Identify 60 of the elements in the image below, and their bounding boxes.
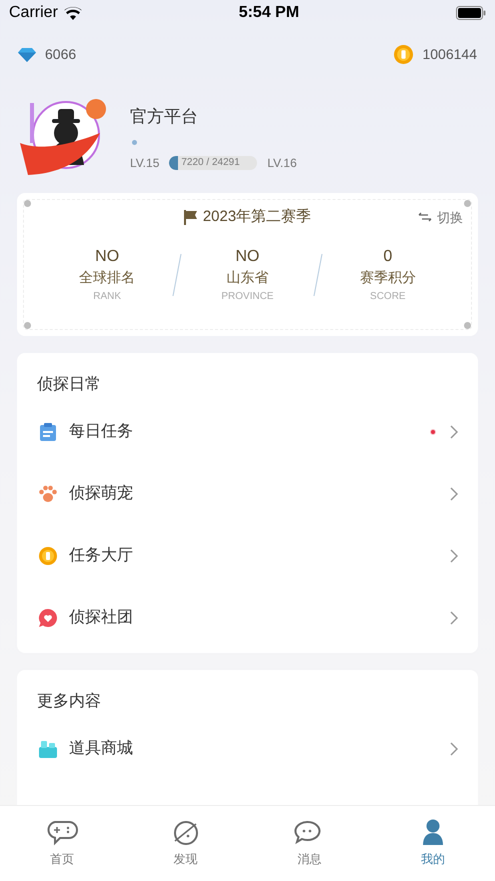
stat-label: 全球排名 <box>79 268 136 286</box>
switch-button[interactable]: 切换 <box>418 208 463 227</box>
shop-icon <box>38 740 58 758</box>
chevron-right-icon <box>450 742 458 756</box>
menu-item[interactable]: 侦探萌宠 <box>17 463 478 525</box>
stat-sublabel: PROVINCE <box>221 290 274 304</box>
clock-label: 5:54 PM <box>238 3 300 23</box>
stat-value: 0 <box>383 246 392 266</box>
planet-icon <box>172 819 200 847</box>
tab-item[interactable]: 消息 <box>248 806 372 881</box>
game-bubble-icon <box>46 820 78 846</box>
section-title: 更多内容 <box>36 692 102 712</box>
stat-value: NO <box>235 246 260 266</box>
chevron-right-icon <box>450 549 458 563</box>
person-icon <box>421 819 446 847</box>
rivet-icon <box>24 200 31 207</box>
flag-icon <box>184 210 197 225</box>
diamond-count: 6066 <box>45 45 76 64</box>
menu-item[interactable]: 每日任务 <box>17 401 478 463</box>
clipboard-icon <box>39 422 57 442</box>
tab-item[interactable]: 发现 <box>124 806 248 881</box>
rivet-icon <box>464 200 471 207</box>
username: 官方平台 <box>130 106 199 128</box>
carrier-label: Carrier <box>9 3 58 23</box>
stat-value: NO <box>95 246 120 266</box>
paw-icon <box>38 485 58 503</box>
progress-text: 7220 / 24291 <box>180 156 240 170</box>
menu-item-label: 侦探社团 <box>69 608 134 628</box>
chevron-right-icon <box>450 487 458 501</box>
wifi-icon <box>64 6 82 20</box>
chevron-right-icon <box>450 425 458 439</box>
rivet-icon <box>24 322 31 329</box>
next-level: LV.16 <box>267 154 297 172</box>
slash-divider <box>172 254 182 296</box>
coin-icon <box>394 45 414 64</box>
menu-item-label: 侦探萌宠 <box>69 484 134 504</box>
rivet-icon <box>464 322 471 329</box>
menu-item[interactable]: 任务大厅 <box>17 525 478 587</box>
stat-sublabel: RANK <box>93 290 122 304</box>
swap-icon <box>418 212 432 222</box>
section-title: 侦探日常 <box>36 374 102 395</box>
coin-icon <box>39 547 57 565</box>
current-level: LV.15 <box>130 154 160 172</box>
stat-sublabel: SCORE <box>370 290 406 304</box>
stat-label: 山东省 <box>226 268 268 286</box>
tab-item[interactable]: 我的 <box>371 806 495 881</box>
diamond-icon <box>18 48 36 62</box>
stat-label: 赛季积分 <box>360 268 416 286</box>
menu-item-label: 每日任务 <box>69 422 134 442</box>
slash-divider <box>312 254 323 296</box>
coin-count: 1006144 <box>422 45 477 64</box>
menu-item-label: 任务大厅 <box>69 546 134 566</box>
season-title: 2023年第二赛季 <box>202 207 312 227</box>
menu-item[interactable]: 侦探社团 <box>17 587 478 649</box>
tab-item[interactable]: 首页 <box>0 806 124 881</box>
menu-item[interactable]: 道具商城 <box>17 718 478 780</box>
heart-chat-icon <box>38 608 58 628</box>
battery-icon <box>456 6 486 20</box>
menu-item-label: 道具商城 <box>69 738 134 759</box>
chevron-right-icon <box>450 611 458 625</box>
